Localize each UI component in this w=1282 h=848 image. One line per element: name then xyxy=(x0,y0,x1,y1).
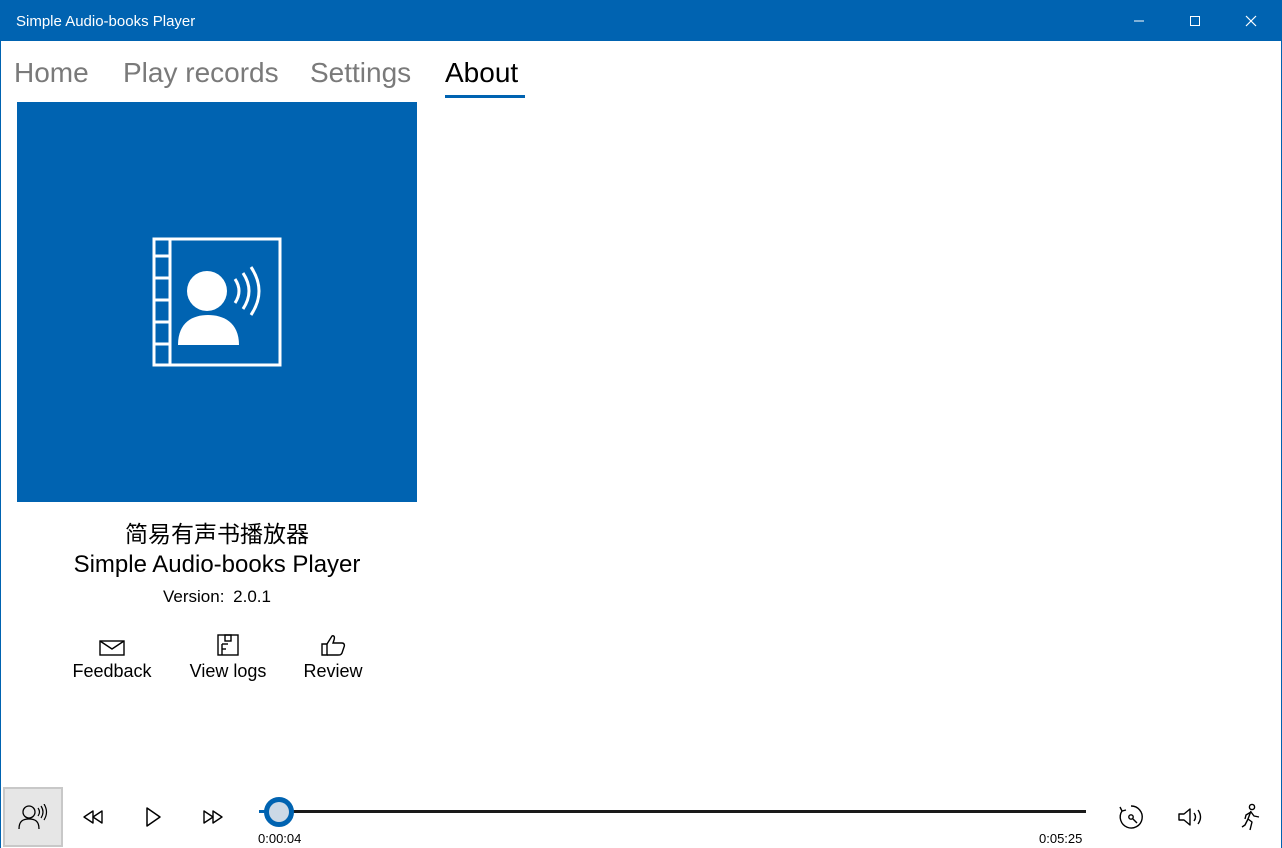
progress-thumb[interactable] xyxy=(263,797,294,827)
speaker-avatar-icon xyxy=(18,804,48,830)
thumbs-up-icon xyxy=(321,635,346,656)
review-button[interactable]: Review xyxy=(283,631,383,682)
play-button[interactable] xyxy=(123,787,183,847)
active-tab-indicator xyxy=(445,95,525,98)
volume-icon xyxy=(1178,808,1202,826)
progress-slider[interactable] xyxy=(259,810,1086,813)
maximize-icon xyxy=(1190,16,1200,26)
app-name-english: Simple Audio-books Player xyxy=(73,551,361,578)
rewind-button[interactable] xyxy=(63,787,123,847)
tab-settings[interactable]: Settings xyxy=(310,57,411,89)
fast-forward-button[interactable] xyxy=(183,787,243,847)
minimize-icon xyxy=(1134,20,1144,22)
mail-icon xyxy=(99,640,125,656)
fast-forward-icon xyxy=(203,810,223,824)
feedback-button[interactable]: Feedback xyxy=(62,631,162,682)
tab-about[interactable]: About xyxy=(445,57,518,89)
view-logs-button[interactable]: View logs xyxy=(178,631,278,682)
total-time: 0:05:25 xyxy=(1039,831,1083,846)
window-title: Simple Audio-books Player xyxy=(16,13,196,30)
logs-icon xyxy=(217,634,239,656)
tab-home[interactable]: Home xyxy=(14,57,89,89)
walking-man-icon xyxy=(1241,803,1260,831)
rewind-icon xyxy=(83,810,103,824)
app-logo xyxy=(17,102,417,502)
audiobook-speaker-icon xyxy=(152,237,282,367)
app-window: Simple Audio-books Player Home Play reco… xyxy=(0,0,1282,848)
title-bar: Simple Audio-books Player xyxy=(1,1,1281,41)
view-logs-label: View logs xyxy=(189,661,267,681)
volume-button[interactable] xyxy=(1161,787,1221,847)
now-playing-button[interactable] xyxy=(3,787,63,847)
close-icon xyxy=(1245,15,1257,27)
app-name-chinese: 简易有声书播放器 xyxy=(125,522,309,548)
review-label: Review xyxy=(303,661,363,681)
current-time: 0:00:04 xyxy=(258,831,302,846)
walking-mode-button[interactable] xyxy=(1221,787,1281,847)
pivot-tabs: Home Play records Settings About xyxy=(1,41,1281,101)
minimize-button[interactable] xyxy=(1111,1,1167,41)
player-bar: 0:00:04 0:05:25 xyxy=(1,787,1281,848)
play-icon xyxy=(146,807,161,827)
maximize-button[interactable] xyxy=(1167,1,1223,41)
playback-speed-button[interactable] xyxy=(1101,787,1161,847)
version-value: 2.0.1 xyxy=(233,587,271,606)
feedback-label: Feedback xyxy=(72,661,152,681)
playback-speed-icon xyxy=(1119,805,1143,829)
version-label: Version: xyxy=(163,587,225,606)
tab-play-records[interactable]: Play records xyxy=(123,57,279,89)
close-button[interactable] xyxy=(1223,1,1279,41)
version-info: Version: 2.0.1 xyxy=(17,587,417,607)
